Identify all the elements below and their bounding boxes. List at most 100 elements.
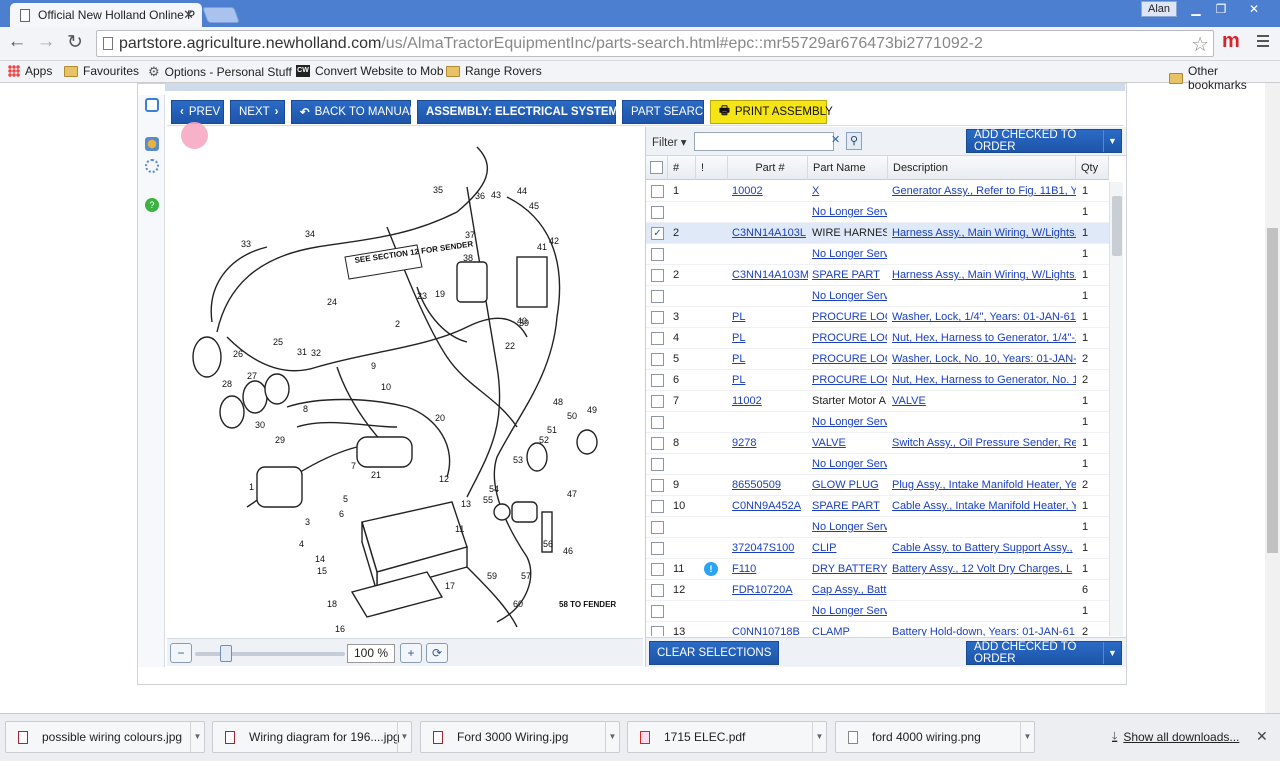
description-link[interactable] xyxy=(892,454,1076,475)
browser-tab[interactable]: Official New Holland Online P ✕ xyxy=(10,3,202,27)
magnify-icon[interactable] xyxy=(145,137,159,151)
part-name[interactable]: No Longer Serv xyxy=(812,202,887,223)
description-link[interactable]: Cable Assy. to Battery Support Assy., xyxy=(892,538,1076,559)
part-number-link[interactable]: C0NN10718B xyxy=(732,622,808,636)
col-qty[interactable]: Qty xyxy=(1076,156,1109,180)
part-name[interactable]: No Longer Serv xyxy=(812,244,887,265)
part-name[interactable]: CLAMP xyxy=(812,622,887,636)
select-all-checkbox[interactable] xyxy=(650,161,663,174)
col-part-number[interactable]: Part # xyxy=(728,156,808,180)
description-link[interactable]: Cable Assy., Intake Manifold Heater, Y xyxy=(892,496,1076,517)
part-search-button[interactable]: PART SEARCH xyxy=(622,100,712,124)
table-row[interactable]: 4 PL PROCURE LOC Nut, Hex, Harness to Gener… xyxy=(646,328,1109,349)
description-link[interactable]: Harness Assy., Main Wiring, W/Lights, xyxy=(892,223,1076,244)
bookmark-convert[interactable]: CW Convert Website to Mob xyxy=(296,64,444,78)
new-tab-button[interactable] xyxy=(202,7,240,23)
bookmark-range-rovers[interactable]: Range Rovers xyxy=(446,64,542,78)
tab-close-icon[interactable]: ✕ xyxy=(183,7,194,23)
description-link[interactable]: Harness Assy., Main Wiring, W/Lights, xyxy=(892,265,1076,286)
part-name[interactable]: No Longer Serv xyxy=(812,286,887,307)
description-link[interactable] xyxy=(892,580,1076,601)
bookmark-other[interactable]: Other bookmarks xyxy=(1169,64,1280,92)
part-name[interactable]: No Longer Serv xyxy=(812,601,887,622)
bookmark-star-icon[interactable]: ☆ xyxy=(1191,32,1209,57)
part-number-link[interactable] xyxy=(732,517,808,538)
page-scrollbar[interactable] xyxy=(1265,83,1280,713)
download-item[interactable]: ford 4000 wiring.png ▼ xyxy=(835,721,1035,753)
pages-icon[interactable] xyxy=(145,98,159,112)
description-link[interactable]: Nut, Hex, Harness to Generator, 1/4"-2 xyxy=(892,328,1076,349)
row-checkbox[interactable] xyxy=(651,332,664,345)
forward-arrow-icon[interactable]: → xyxy=(34,31,58,53)
table-row[interactable]: 12 FDR10720A Cap Assy., Batt 6 xyxy=(646,580,1109,601)
bookmark-options[interactable]: ⚙ Options - Personal Stuff xyxy=(148,64,292,80)
row-checkbox[interactable] xyxy=(651,626,664,636)
print-assembly-button[interactable]: 🖶 PRINT ASSEMBLY xyxy=(710,100,833,124)
description-link[interactable] xyxy=(892,286,1076,307)
part-number-link[interactable]: FDR10720A xyxy=(732,580,808,601)
part-number-link[interactable]: C3NN14A103L xyxy=(732,223,808,244)
table-row[interactable]: ✓ 2 C3NN14A103L WIRE HARNESS Harness Assy., … xyxy=(646,223,1109,244)
description-link[interactable] xyxy=(892,412,1076,433)
chevron-down-icon[interactable]: ▼ xyxy=(1103,642,1121,664)
table-row[interactable]: No Longer Serv 1 xyxy=(646,412,1109,433)
description-link[interactable] xyxy=(892,601,1076,622)
row-checkbox[interactable] xyxy=(651,395,664,408)
back-to-manual-button[interactable]: ↶ BACK TO MANUAL xyxy=(291,100,416,124)
part-name[interactable]: X xyxy=(812,181,887,202)
chevron-down-icon[interactable]: ▼ xyxy=(1020,722,1034,752)
description-link[interactable]: Battery Assy., 12 Volt Dry Charges, L xyxy=(892,559,1076,580)
part-name[interactable]: VALVE xyxy=(812,433,887,454)
table-row[interactable]: No Longer Serv 1 xyxy=(646,517,1109,538)
part-number-link[interactable]: 9278 xyxy=(732,433,808,454)
table-row[interactable]: 1 10002 X Generator Assy., Refer to Fig. 11… xyxy=(646,181,1109,202)
next-button[interactable]: NEXT › xyxy=(230,100,285,124)
part-name[interactable]: Cap Assy., Batt xyxy=(812,580,887,601)
part-name[interactable]: No Longer Serv xyxy=(812,517,887,538)
row-checkbox[interactable] xyxy=(651,521,664,534)
chevron-down-icon[interactable]: ▼ xyxy=(397,722,411,752)
row-checkbox[interactable] xyxy=(651,185,664,198)
part-name[interactable]: No Longer Serv xyxy=(812,454,887,475)
table-row[interactable]: 11! F110 DRY BATTERY Battery Assy., 12 Volt… xyxy=(646,559,1109,580)
chevron-down-icon[interactable]: ▼ xyxy=(812,722,826,752)
page-scroll-thumb[interactable] xyxy=(1267,228,1278,553)
close-downloads-icon[interactable]: ✕ xyxy=(1256,728,1268,745)
description-link[interactable]: Plug Assy., Intake Manifold Heater, Yea xyxy=(892,475,1076,496)
download-item[interactable]: Ford 3000 Wiring.jpg ▼ xyxy=(420,721,620,753)
table-row[interactable]: 372047S100 CLIP Cable Assy. to Battery Sup… xyxy=(646,538,1109,559)
col-info[interactable]: ! xyxy=(696,156,728,180)
row-checkbox[interactable] xyxy=(651,437,664,450)
row-checkbox[interactable]: ✓ xyxy=(651,227,664,240)
col-description[interactable]: Description xyxy=(888,156,1076,180)
part-number-link[interactable]: PL xyxy=(732,307,808,328)
add-checked-to-order-button-bottom[interactable]: ADD CHECKED TO ORDER ▼ xyxy=(966,641,1122,665)
description-link[interactable]: Switch Assy., Oil Pressure Sender, Re xyxy=(892,433,1076,454)
assembly-button[interactable]: ASSEMBLY: ELECTRICAL SYSTEM... xyxy=(417,100,628,124)
row-checkbox[interactable] xyxy=(651,416,664,429)
part-number-link[interactable]: 10002 xyxy=(732,181,808,202)
part-name[interactable]: PROCURE LOC xyxy=(812,370,887,391)
part-number-link[interactable]: 11002 xyxy=(732,391,808,412)
info-icon[interactable]: ! xyxy=(704,562,718,576)
row-checkbox[interactable] xyxy=(651,269,664,282)
clear-selections-button[interactable]: CLEAR SELECTIONS xyxy=(649,641,780,665)
col-part-name[interactable]: Part Name xyxy=(808,156,888,180)
settings-icon[interactable] xyxy=(145,159,159,173)
row-checkbox[interactable] xyxy=(651,311,664,324)
part-name[interactable]: SPARE PART xyxy=(812,265,887,286)
part-number-link[interactable]: C0NN9A452A xyxy=(732,496,808,517)
part-number-link[interactable] xyxy=(732,454,808,475)
description-link[interactable]: Nut, Hex, Harness to Generator, No. 1( xyxy=(892,370,1076,391)
description-link[interactable] xyxy=(892,202,1076,223)
table-row[interactable]: No Longer Serv 1 xyxy=(646,202,1109,223)
description-link[interactable] xyxy=(892,244,1076,265)
part-name[interactable]: SPARE PART xyxy=(812,496,887,517)
search-icon[interactable]: ⚲ xyxy=(846,132,862,150)
table-row[interactable]: 8 9278 VALVE Switch Assy., Oil Pressure Sen… xyxy=(646,433,1109,454)
table-scrollbar[interactable] xyxy=(1109,182,1123,636)
table-row[interactable]: 10 C0NN9A452A SPARE PART Cable Assy., Intak… xyxy=(646,496,1109,517)
zoom-in-icon[interactable]: + xyxy=(400,643,422,663)
download-item[interactable]: 1715 ELEC.pdf ▼ xyxy=(627,721,827,753)
part-number-link[interactable] xyxy=(732,286,808,307)
